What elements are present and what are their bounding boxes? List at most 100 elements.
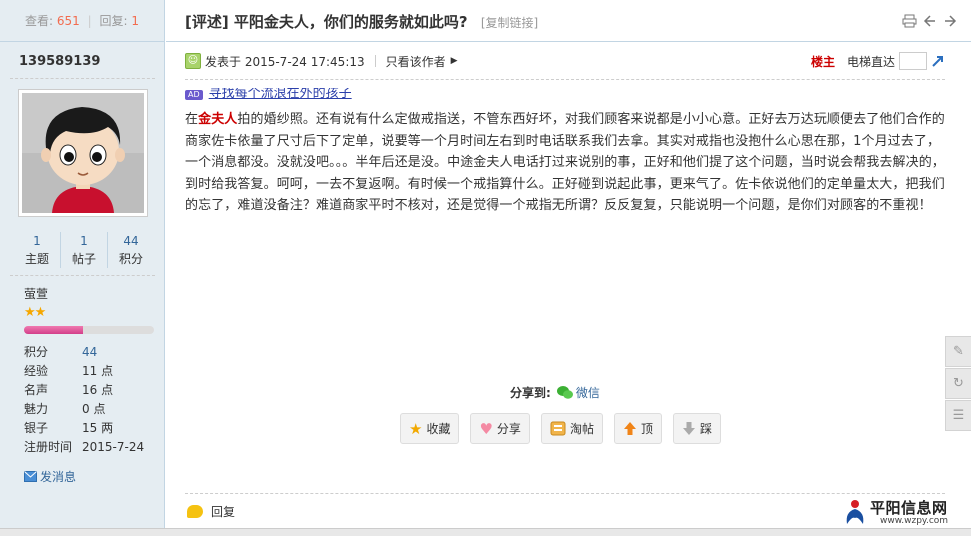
share-label: 分享到: — [510, 386, 551, 400]
floor-input[interactable] — [899, 52, 927, 70]
upvote-button[interactable]: 顶 — [613, 413, 662, 444]
views-label: 查看: — [25, 14, 54, 28]
horizontal-scrollbar[interactable] — [0, 528, 971, 536]
info-row: 注册时间 2015-7-24 — [24, 438, 144, 457]
count-label: 主题 — [24, 252, 49, 266]
info-key: 经验 — [24, 364, 49, 378]
author-username[interactable]: 139589139 — [19, 54, 100, 69]
down-arrow-icon — [682, 422, 695, 435]
reply-bubble-icon — [187, 505, 203, 518]
share-bar: 分享到: 微信 — [510, 384, 600, 401]
button-label: 分享 — [496, 422, 521, 436]
star-icon: ★ — [409, 419, 423, 438]
info-row: 名声 16 点 — [24, 381, 144, 400]
reply-label: 回复 — [211, 505, 236, 519]
stats-separator: | — [87, 14, 92, 28]
replies-count: 1 — [131, 14, 139, 28]
info-key: 魅力 — [24, 402, 49, 416]
logo-mark-icon — [846, 500, 864, 524]
info-row: 积分 44 — [24, 343, 144, 362]
prev-icon[interactable] — [923, 14, 937, 28]
divider — [374, 55, 376, 67]
views-count: 651 — [56, 14, 80, 28]
level-progress-bar — [24, 326, 154, 334]
elevator-label: 电梯直达 — [846, 54, 895, 69]
info-key: 积分 — [24, 345, 49, 359]
post-text: 拍的婚纱照。还有说有什么定做戒指送，不管东西好坏，对我们顾客来说都是小小心意。正… — [185, 112, 945, 213]
level-progress-fill — [24, 326, 83, 334]
count-threads[interactable]: 1 主题 — [14, 232, 61, 268]
post-content: 在金夫人拍的婚纱照。还有说有什么定做戒指送，不管东西好坏，对我们顾客来说都是小小… — [185, 109, 947, 217]
envelope-icon — [24, 471, 37, 482]
wechat-share-link[interactable]: 微信 — [576, 384, 600, 401]
thread-title-bar: [评述] 平阳金夫人，你们的服务就如此吗? [复制链接] — [166, 0, 971, 42]
info-value: 2015-7-24 — [82, 440, 145, 454]
count-value: 44 — [123, 234, 139, 248]
info-key: 银子 — [24, 421, 49, 435]
author-sidebar: 查看: 651 | 回复: 1 139589139 1 主题 1 帖子 44 积… — [0, 0, 165, 536]
logo-name: 平阳信息网 — [870, 499, 948, 517]
avatar[interactable] — [18, 89, 148, 217]
post-text: 在 — [185, 112, 199, 127]
info-value: 15 两 — [82, 421, 114, 435]
up-arrow-icon — [623, 422, 636, 435]
info-value[interactable]: 44 — [82, 343, 97, 362]
share-button[interactable]: ♥ 分享 — [470, 413, 530, 444]
info-row: 银子 15 两 — [24, 419, 144, 438]
replies-label: 回复: — [99, 14, 128, 28]
button-label: 顶 — [640, 422, 653, 436]
post-header-right: 楼主 电梯直达 — [811, 51, 945, 71]
count-value: 1 — [33, 234, 41, 248]
logo-url: www.wzpy.com — [880, 516, 949, 526]
button-label: 淘帖 — [569, 422, 594, 436]
wechat-icon[interactable] — [556, 386, 573, 399]
triangle-right-icon: ▶ — [450, 56, 458, 66]
user-info-list: 积分 44 经验 11 点 名声 16 点 魅力 0 点 银子 15 两 注册时… — [24, 343, 144, 457]
thread-stats: 查看: 651 | 回复: 1 — [0, 0, 164, 42]
info-value: 16 点 — [82, 383, 114, 397]
ad-text: 寻找每个流浪在外的孩子 — [208, 88, 352, 101]
send-message-label: 发消息 — [40, 470, 77, 484]
count-posts[interactable]: 1 帖子 — [61, 232, 108, 268]
printer-icon[interactable] — [902, 14, 917, 28]
post-header: ☺ 发表于 2015-7-24 17:45:13 只看该作者 ▶ 楼主 电梯直达 — [185, 51, 945, 71]
online-status-icon: ☺ — [185, 53, 201, 69]
divider — [185, 79, 945, 80]
info-key: 名声 — [24, 383, 49, 397]
info-value: 0 点 — [82, 402, 106, 416]
count-points[interactable]: 44 积分 — [108, 232, 154, 268]
count-label: 积分 — [118, 252, 143, 266]
button-label: 踩 — [699, 422, 712, 436]
divider — [185, 493, 945, 494]
post-actions: ★ 收藏 ♥ 分享 淘帖 顶 踩 — [400, 413, 721, 444]
user-rank[interactable]: 萤萱 — [24, 285, 48, 302]
comment-icon[interactable]: ✎ — [945, 336, 971, 367]
count-value: 1 — [80, 234, 88, 248]
button-label: 收藏 — [426, 422, 451, 436]
collect-thread-button[interactable]: 淘帖 — [540, 413, 603, 444]
divider — [10, 78, 155, 79]
next-icon[interactable] — [943, 14, 957, 28]
send-message-link[interactable]: 发消息 — [24, 468, 76, 485]
favorite-button[interactable]: ★ 收藏 — [400, 413, 460, 444]
reply-link[interactable]: 回复 — [187, 503, 235, 520]
avatar-cartoon-icon — [22, 93, 144, 213]
user-counts: 1 主题 1 帖子 44 积分 — [14, 232, 154, 268]
author-only-link[interactable]: 只看该作者 — [386, 53, 446, 70]
copy-link-button[interactable]: [复制链接] — [481, 16, 538, 30]
info-key: 注册时间 — [24, 440, 73, 454]
site-logo[interactable]: 平阳信息网 www.wzpy.com — [842, 497, 967, 529]
grid-icon[interactable]: ☰ — [945, 400, 971, 431]
thread-title: [评述] 平阳金夫人，你们的服务就如此吗? [复制链接] — [185, 11, 538, 32]
count-label: 帖子 — [71, 252, 96, 266]
refresh-icon[interactable]: ↻ — [945, 368, 971, 399]
go-arrow-icon[interactable] — [931, 54, 945, 68]
floating-toolbar: ✎ ↻ ☰ — [945, 336, 971, 432]
keyword-link[interactable]: 金夫人 — [198, 112, 237, 127]
floor-label: 楼主 — [810, 54, 835, 69]
downvote-button[interactable]: 踩 — [672, 413, 721, 444]
ad-tag: AD — [185, 90, 203, 100]
info-row: 魅力 0 点 — [24, 400, 144, 419]
ad-link[interactable]: AD 寻找每个流浪在外的孩子 — [185, 88, 352, 102]
post-date: 发表于 2015-7-24 17:45:13 — [205, 54, 365, 69]
